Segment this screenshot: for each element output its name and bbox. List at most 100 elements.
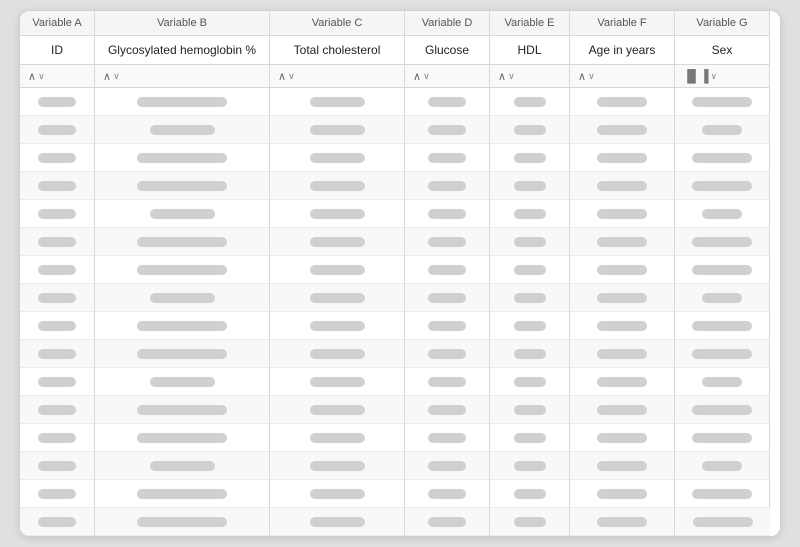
table-row [95, 200, 270, 228]
table-row [20, 172, 95, 200]
table-row [20, 200, 95, 228]
table-row [675, 284, 770, 312]
sort-b[interactable]: ∧ ∨ [95, 65, 270, 88]
table-row [20, 116, 95, 144]
table-row [270, 88, 405, 116]
sort-up-icon-f: ∧ [578, 70, 586, 83]
table-row [675, 144, 770, 172]
table-row [270, 480, 405, 508]
table-row [270, 424, 405, 452]
table-row [570, 452, 675, 480]
table-row [570, 508, 675, 536]
table-row [570, 88, 675, 116]
table-row [490, 368, 570, 396]
table-row [675, 424, 770, 452]
table-row [405, 256, 490, 284]
table-row [490, 480, 570, 508]
table-row [270, 256, 405, 284]
table-row [95, 88, 270, 116]
table-row [675, 116, 770, 144]
table-row [405, 88, 490, 116]
table-row [675, 368, 770, 396]
col-header-d: Variable D [405, 11, 490, 36]
table-row [405, 508, 490, 536]
table-row [570, 200, 675, 228]
table-row [675, 480, 770, 508]
table-row [270, 200, 405, 228]
table-row [490, 88, 570, 116]
table-row [675, 172, 770, 200]
table-row [675, 396, 770, 424]
table-row [490, 508, 570, 536]
sort-e[interactable]: ∧ ∨ [490, 65, 570, 88]
sort-a[interactable]: ∧ ∨ [20, 65, 95, 88]
sort-d[interactable]: ∧ ∨ [405, 65, 490, 88]
table-row [570, 144, 675, 172]
field-name-g: Sex [675, 36, 770, 65]
col-header-e: Variable E [490, 11, 570, 36]
sort-down-icon-d: ∨ [423, 71, 430, 82]
table-row [95, 228, 270, 256]
table-row [405, 452, 490, 480]
table-row [405, 284, 490, 312]
table-row [20, 88, 95, 116]
sort-g[interactable]: ▐▌▐ ∨ [675, 65, 770, 88]
table-row [490, 284, 570, 312]
table-row [570, 480, 675, 508]
table-row [95, 368, 270, 396]
table-row [490, 396, 570, 424]
table-row [270, 368, 405, 396]
table-row [405, 340, 490, 368]
table-row [270, 284, 405, 312]
table-row [270, 312, 405, 340]
table-row [405, 200, 490, 228]
sort-up-icon-b: ∧ [103, 70, 111, 83]
table-row [675, 228, 770, 256]
sort-f[interactable]: ∧ ∨ [570, 65, 675, 88]
table-row [95, 396, 270, 424]
sort-c[interactable]: ∧ ∨ [270, 65, 405, 88]
field-name-c: Total cholesterol [270, 36, 405, 65]
table-row [405, 312, 490, 340]
sort-up-icon-d: ∧ [413, 70, 421, 83]
table-row [570, 312, 675, 340]
table-row [405, 424, 490, 452]
col-header-c: Variable C [270, 11, 405, 36]
table-row [20, 396, 95, 424]
table-row [675, 508, 770, 536]
table-row [270, 508, 405, 536]
table-row [405, 480, 490, 508]
table-row [675, 256, 770, 284]
bar-chart-icon-g: ▐▌▐ [683, 69, 709, 83]
table-row [570, 424, 675, 452]
sort-down-icon-f: ∨ [588, 71, 595, 82]
table-row [405, 368, 490, 396]
table-row [405, 172, 490, 200]
table-row [570, 116, 675, 144]
table-row [675, 312, 770, 340]
table-row [95, 144, 270, 172]
table-row [95, 452, 270, 480]
table-row [95, 312, 270, 340]
table-row [270, 228, 405, 256]
table-row [20, 256, 95, 284]
table-row [570, 172, 675, 200]
table-row [20, 452, 95, 480]
table-row [270, 452, 405, 480]
col-header-a: Variable A [20, 11, 95, 36]
table-row [20, 480, 95, 508]
table-row [405, 396, 490, 424]
table-row [570, 256, 675, 284]
table-row [20, 368, 95, 396]
table-row [405, 144, 490, 172]
field-name-b: Glycosylated hemoglobin % [95, 36, 270, 65]
table-row [20, 340, 95, 368]
table-row [270, 396, 405, 424]
table-row [490, 116, 570, 144]
table-row [95, 424, 270, 452]
table-row [570, 368, 675, 396]
table-row [95, 172, 270, 200]
sort-up-icon-e: ∧ [498, 70, 506, 83]
sort-down-icon-b: ∨ [113, 71, 120, 82]
sort-up-icon-c: ∧ [278, 70, 286, 83]
